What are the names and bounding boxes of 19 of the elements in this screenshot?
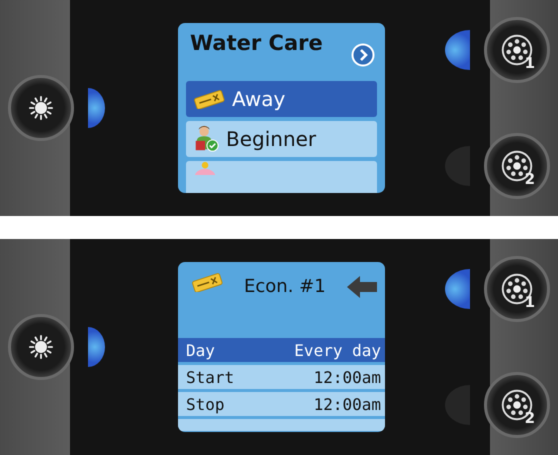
- jet-button[interactable]: 2: [484, 372, 550, 438]
- setting-value: 12:00am: [314, 368, 381, 386]
- setting-row[interactable]: Stop 12:00am: [178, 392, 385, 416]
- setting-name: Stop: [186, 394, 225, 414]
- screen-title: Econ. #1: [244, 276, 327, 297]
- setting-name: Day: [186, 340, 215, 360]
- jet-button[interactable]: 1: [484, 17, 550, 83]
- setting-row[interactable]: Start 12:00am: [178, 365, 385, 389]
- setting-value: 12:00am: [314, 394, 381, 414]
- setting-name: Start: [186, 368, 234, 386]
- jet-button[interactable]: 1: [484, 256, 550, 322]
- next-icon[interactable]: [351, 43, 375, 67]
- menu-item[interactable]: Away: [186, 81, 377, 117]
- back-icon[interactable]: [347, 276, 377, 298]
- jet-button[interactable]: 2: [484, 133, 550, 199]
- screen-title: Water Care: [190, 31, 323, 55]
- setting-row[interactable]: Day Every day: [178, 338, 385, 362]
- menu-item[interactable]: Beginner: [186, 121, 377, 157]
- setting-value: Every day: [294, 340, 381, 360]
